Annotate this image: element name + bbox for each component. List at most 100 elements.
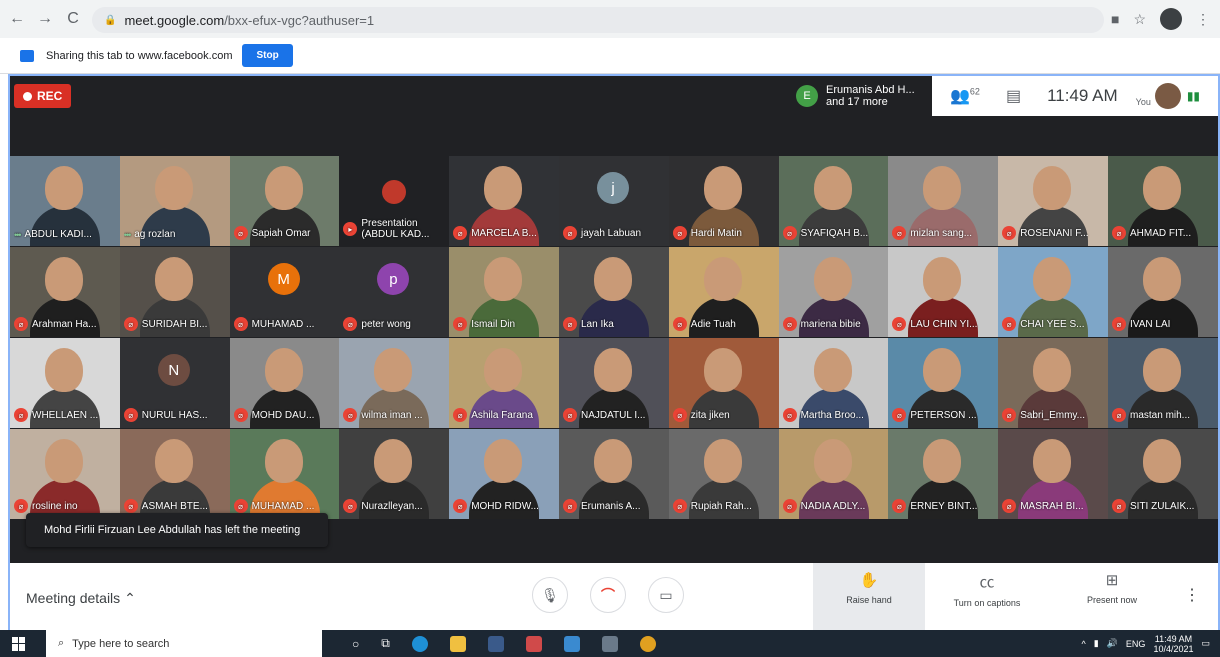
volume-icon[interactable]: 🔊 — [1107, 638, 1118, 649]
speaking-indicator-icon: ••• — [14, 229, 22, 240]
participant-tile[interactable]: ⌀ wilma iman ... — [339, 338, 450, 428]
meeting-details-button[interactable]: Meeting details ⌃ — [26, 590, 136, 607]
cortana-icon[interactable]: ○ — [352, 637, 359, 651]
participant-tile[interactable]: ⌀ CHAI YEE S... — [998, 247, 1109, 337]
windows-start-icon[interactable] — [12, 636, 26, 651]
chrome-icon[interactable] — [639, 635, 656, 652]
participant-tile[interactable]: ⌀ mizlan sang... — [888, 156, 999, 246]
stop-sharing-button[interactable]: Stop — [242, 44, 293, 67]
participant-tile[interactable]: ⌀ NAJDATUL I... — [559, 338, 669, 428]
app-icon[interactable] — [525, 635, 542, 652]
participant-tile[interactable]: ••• ABDUL KADI... — [10, 156, 120, 246]
notification-icon[interactable]: ▭ — [1201, 638, 1210, 649]
raise-hand-button[interactable]: ✋ Raise hand — [819, 571, 919, 605]
address-bar[interactable]: 🔒 meet.google.com /bxx-efux-vgc?authuser… — [92, 7, 1104, 33]
chat-icon[interactable]: ▤ — [1006, 86, 1021, 106]
participant-tile[interactable]: ⌀ MOHD RIDW... — [449, 429, 560, 519]
participant-tile[interactable]: p ⌀ peter wong — [339, 247, 450, 337]
camera-button[interactable]: ▭ — [648, 577, 684, 613]
participant-label: ⌀ Hardi Matin — [672, 226, 777, 240]
tray-chevron-icon[interactable]: ^ — [1082, 639, 1086, 649]
file-explorer-icon[interactable] — [449, 635, 466, 652]
participant-tile[interactable]: ⌀ mariena bibie — [778, 247, 889, 337]
participant-tile[interactable]: ⌀ Ashila Farana — [449, 338, 560, 428]
store-icon[interactable] — [487, 635, 504, 652]
participant-tile[interactable]: ⌀ Erumanis A... — [559, 429, 669, 519]
participant-tile[interactable]: M ⌀ MUHAMAD ... — [229, 247, 340, 337]
meeting-clock: 11:49 AM — [1047, 86, 1118, 105]
participant-video-face — [484, 257, 523, 301]
reload-icon[interactable]: C — [62, 8, 84, 30]
participant-tile[interactable]: ⌀ Lan Ika — [559, 247, 669, 337]
participant-tile[interactable]: ⌀ LAU CHIN YI... — [888, 247, 999, 337]
back-icon[interactable]: ← — [6, 8, 28, 30]
participant-label: ⌀ ASMAH BTE... — [123, 499, 228, 513]
participant-tile[interactable]: ⌀ Ismail Din — [449, 247, 560, 337]
participant-tile[interactable]: ••• ag rozlan — [119, 156, 230, 246]
lock-icon: 🔒 — [104, 14, 117, 26]
forward-icon[interactable]: → — [34, 8, 56, 30]
joiner-avatar: E — [796, 85, 818, 107]
participant-tile[interactable]: ⌀ Sapiah Omar — [229, 156, 340, 246]
bookmark-star-icon[interactable]: ☆ — [1133, 11, 1146, 28]
more-options-icon[interactable]: ⋮ — [1184, 585, 1200, 605]
participant-tile[interactable]: ⌀ mastan mih... — [1108, 338, 1218, 428]
edge-icon[interactable] — [411, 635, 428, 652]
participant-tile[interactable]: N ⌀ NURUL HAS... — [119, 338, 230, 428]
participant-tile[interactable]: ⌀ Sabri_Emmy... — [998, 338, 1109, 428]
participant-tile[interactable]: ▸ Presentation (ABDUL KAD... — [339, 156, 450, 246]
participant-tile[interactable]: ⌀ SYAFIQAH B... — [778, 156, 889, 246]
hang-up-button[interactable]: ⌒ — [590, 577, 626, 613]
participant-tile[interactable]: ⌀ MUHAMAD ... — [229, 429, 340, 519]
self-video-thumbnail[interactable] — [1154, 83, 1181, 109]
participant-tile[interactable]: ⌀ SURIDAH BI... — [119, 247, 230, 337]
participant-tile[interactable]: ⌀ MARCELA B... — [449, 156, 560, 246]
participant-video-face — [923, 348, 962, 392]
participant-name: ERNEY BINT... — [910, 500, 978, 512]
participant-tile[interactable]: ⌀ WHELLAEN ... — [10, 338, 120, 428]
participant-tile[interactable]: ⌀ Arahman Ha... — [10, 247, 120, 337]
participant-name: PETERSON ... — [910, 409, 977, 421]
participant-tile[interactable]: ⌀ Martha Broo... — [778, 338, 889, 428]
photos-icon[interactable] — [563, 635, 580, 652]
participant-tile[interactable]: ⌀ AHMAD FIT... — [1108, 156, 1218, 246]
participant-tile[interactable]: ⌀ ROSENANI F... — [998, 156, 1109, 246]
mic-muted-icon: ⌀ — [123, 317, 138, 331]
participant-tile[interactable]: ⌀ Hardi Matin — [668, 156, 779, 246]
recent-joiners[interactable]: E Erumanis Abd H... and 17 more — [788, 76, 932, 116]
language-indicator[interactable]: ENG — [1126, 639, 1146, 649]
participant-label: ⌀ ERNEY BINT... — [892, 499, 996, 513]
participant-tile[interactable]: ⌀ rosline ino — [10, 429, 120, 519]
participant-tile[interactable]: ⌀ PETERSON ... — [888, 338, 999, 428]
participant-tile[interactable]: ⌀ zita jiken — [668, 338, 779, 428]
participant-tile[interactable]: ⌀ IVAN LAI — [1108, 247, 1218, 337]
participant-tile[interactable]: ⌀ MASRAH BI... — [998, 429, 1109, 519]
participant-tile[interactable]: ⌀ ERNEY BINT... — [888, 429, 999, 519]
task-view-icon[interactable]: ⧉ — [381, 636, 390, 651]
participant-tile[interactable]: ⌀ NADIA ADLY... — [778, 429, 889, 519]
mic-muted-icon: ⌀ — [1112, 317, 1126, 331]
participant-tile[interactable]: ⌀ Rupiah Rah... — [668, 429, 779, 519]
people-icon[interactable]: 👥62 — [950, 86, 980, 106]
profile-avatar[interactable] — [1160, 8, 1182, 30]
participant-tile[interactable]: ⌀ Adie Tuah — [668, 247, 779, 337]
microphone-button[interactable]: 🎙 — [532, 577, 568, 613]
participant-name: jayah Labuan — [581, 227, 642, 239]
participant-tile[interactable]: ⌀ Nurazlleyan... — [339, 429, 450, 519]
camera-indicator-icon[interactable]: ■ — [1111, 11, 1119, 27]
participant-tile[interactable]: ⌀ ASMAH BTE... — [119, 429, 230, 519]
participant-tile[interactable]: ⌀ MOHD DAU... — [229, 338, 340, 428]
participant-video-face — [374, 348, 413, 392]
mic-muted-icon: ⌀ — [563, 408, 577, 422]
app2-icon[interactable] — [601, 635, 618, 652]
participant-tile[interactable]: ⌀ SITI ZULAIK... — [1108, 429, 1218, 519]
browser-menu-icon[interactable]: ⋮ — [1196, 11, 1210, 28]
network-icon[interactable]: ▮ — [1094, 638, 1099, 649]
participant-name: Hardi Matin — [690, 227, 742, 239]
present-now-button[interactable]: ⊞ Present now — [1062, 571, 1162, 605]
captions-button[interactable]: ㏄ Turn on captions — [937, 571, 1037, 608]
participant-label: ⌀ jayah Labuan — [563, 226, 667, 240]
taskbar-clock[interactable]: 11:49 AM 10/4/2021 — [1153, 634, 1193, 654]
participant-tile[interactable]: j ⌀ jayah Labuan — [559, 156, 669, 246]
taskbar-search[interactable]: ⌕ Type here to search — [46, 630, 322, 657]
